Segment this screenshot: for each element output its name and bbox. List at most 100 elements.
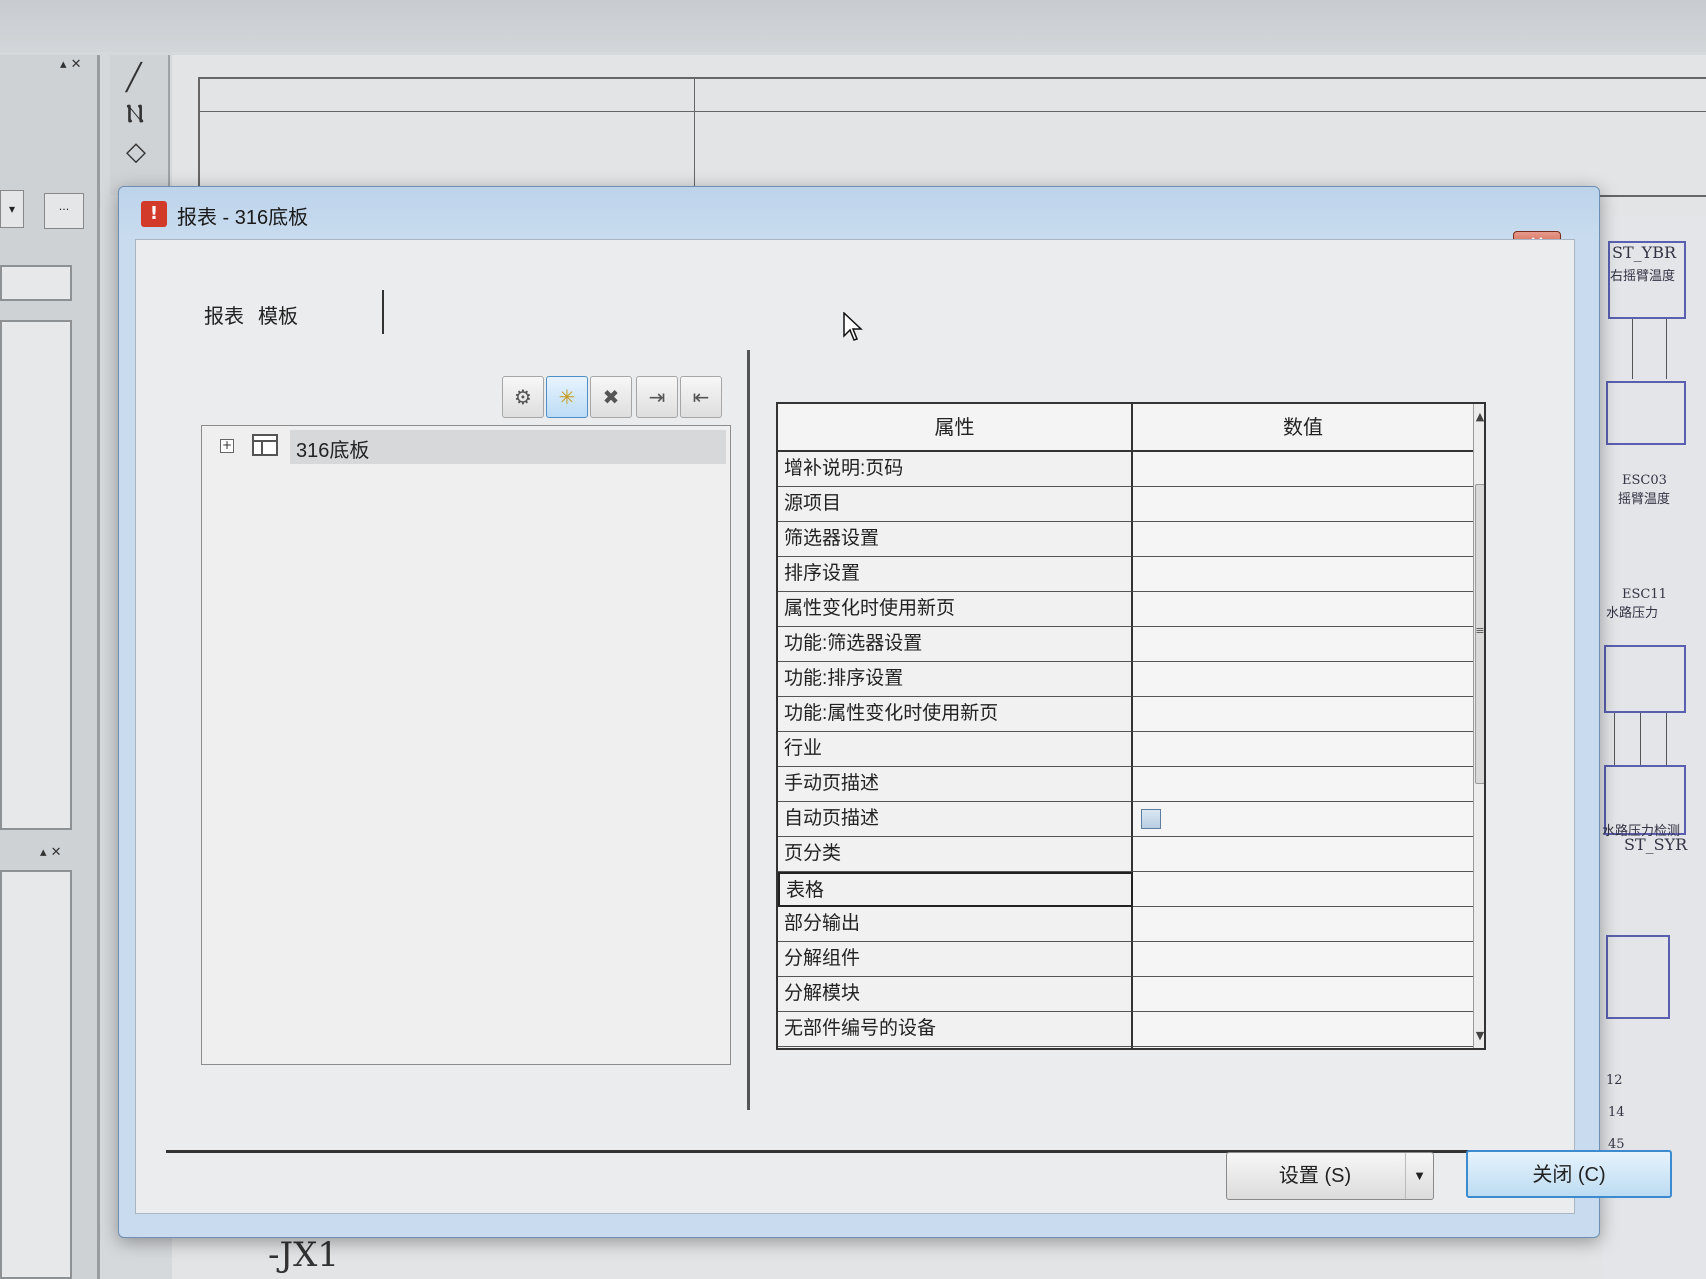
template-tree[interactable]: + 316底板 xyxy=(201,425,731,1065)
property-name: 筛选器设置 xyxy=(778,522,1133,557)
property-row[interactable]: 手动页描述 xyxy=(778,767,1473,802)
splitter[interactable] xyxy=(747,350,750,1110)
property-row[interactable]: 源项目 xyxy=(778,487,1473,522)
property-value[interactable] xyxy=(1133,627,1473,662)
panel-list[interactable] xyxy=(0,320,72,830)
polyline-tool-icon[interactable]: Ⲛ xyxy=(126,99,144,130)
gear-icon[interactable]: ⚙ xyxy=(502,376,544,418)
property-row[interactable]: 无部件编号的设备 xyxy=(778,1012,1473,1047)
property-name: 源项目 xyxy=(778,487,1133,522)
property-value[interactable] xyxy=(1133,767,1473,802)
property-value[interactable] xyxy=(1133,977,1473,1012)
property-value[interactable] xyxy=(1133,942,1473,977)
settings-button-label: 设置 (S) xyxy=(1278,1165,1352,1187)
property-name: 无部件编号的设备 xyxy=(778,1012,1133,1047)
property-value[interactable] xyxy=(1133,662,1473,697)
property-row[interactable]: 页分类 xyxy=(778,837,1473,872)
line-tool-icon[interactable]: ╱ xyxy=(126,63,142,93)
device-code: ESC11 xyxy=(1622,587,1667,602)
browse-button[interactable]: ··· xyxy=(44,193,84,229)
title-block xyxy=(198,77,1706,197)
app-toolbar-background xyxy=(0,0,1706,52)
property-row[interactable]: 部分输出 xyxy=(778,907,1473,942)
close-button[interactable]: 关闭 (C) xyxy=(1466,1150,1672,1198)
property-row[interactable]: 表格 xyxy=(778,872,1473,907)
expand-icon[interactable]: + xyxy=(220,439,234,453)
property-row[interactable]: 属性变化时使用新页 xyxy=(778,592,1473,627)
property-value[interactable] xyxy=(1133,907,1473,942)
property-row[interactable]: 行业 xyxy=(778,732,1473,767)
tab-templates[interactable]: 模板 xyxy=(258,300,298,329)
property-value[interactable] xyxy=(1133,732,1473,767)
canvas-label: -JX1 xyxy=(268,1235,339,1275)
property-value[interactable] xyxy=(1133,592,1473,627)
tree-node[interactable]: + 316底板 xyxy=(212,430,726,464)
device-code: ESC03 xyxy=(1622,473,1667,488)
property-value[interactable] xyxy=(1133,1012,1473,1047)
property-row[interactable]: 分解组件 xyxy=(778,942,1473,977)
property-name: 表格 xyxy=(778,872,1133,907)
property-value[interactable] xyxy=(1133,1047,1473,1048)
tree-node-label: 316底板 xyxy=(296,440,370,462)
property-row[interactable]: 排序设置 xyxy=(778,557,1473,592)
delete-icon[interactable]: ✖ xyxy=(590,376,632,418)
dialog-title: 报表 - 316底板 xyxy=(177,207,309,229)
table-icon xyxy=(252,434,278,456)
property-grid-header: 属性 数值 xyxy=(778,404,1473,452)
property-scrollbar[interactable]: ▲ ≡ ▼ xyxy=(1473,404,1485,1048)
device-desc: 摇臂温度 xyxy=(1618,492,1671,507)
schematic-strip: ST_YBR 右摇臂温度 ESC03 摇臂温度 ESC11 水路压力 水路压力检… xyxy=(1602,215,1706,1279)
property-row[interactable]: 端子排部件 xyxy=(778,1047,1473,1048)
settings-button[interactable]: 设置 (S) ▼ xyxy=(1226,1152,1434,1200)
dialog-body: 报表 模板 ⚙ ✳ ✖ ⇥ ⇤ + 316底板 属性 数值 增补说明:页码 源项… xyxy=(135,239,1672,1214)
scroll-down-icon[interactable]: ▼ xyxy=(1474,1029,1484,1042)
tab-reports[interactable]: 报表 xyxy=(204,300,244,329)
property-row[interactable]: 自动页描述 xyxy=(778,802,1473,837)
device-frame xyxy=(1604,645,1686,713)
property-name: 端子排部件 xyxy=(778,1047,1133,1048)
property-row[interactable]: 功能:筛选器设置 xyxy=(778,627,1473,662)
property-name: 功能:属性变化时使用新页 xyxy=(778,697,1133,732)
property-row[interactable]: 功能:排序设置 xyxy=(778,662,1473,697)
property-grid: 属性 数值 增补说明:页码 源项目 筛选器设置 排序设置 属性变化时使用新页 功能:筛选器… xyxy=(776,402,1486,1050)
wire-number: 14 xyxy=(1608,1105,1625,1120)
property-name: 分解模块 xyxy=(778,977,1133,1012)
property-value[interactable] xyxy=(1133,452,1473,487)
property-value[interactable] xyxy=(1133,872,1473,907)
property-checkbox[interactable] xyxy=(1141,809,1161,829)
property-value[interactable] xyxy=(1133,802,1473,837)
report-dialog: ! 报表 - 316底板 ✕ 报表 模板 ⚙ ✳ ✖ ⇥ ⇤ + 316底板 xyxy=(118,186,1672,1238)
property-row[interactable]: 功能:属性变化时使用新页 xyxy=(778,697,1473,732)
panel-preview xyxy=(0,870,72,1279)
scroll-up-icon[interactable]: ▲ xyxy=(1474,410,1484,423)
export-icon[interactable]: ⇤ xyxy=(680,376,722,418)
property-value[interactable] xyxy=(1133,697,1473,732)
column-header-property[interactable]: 属性 xyxy=(778,404,1133,452)
pin-icon[interactable]: ▴ ✕ xyxy=(60,57,82,72)
shape-tool-icon[interactable]: ◇ xyxy=(126,137,146,167)
property-name: 功能:筛选器设置 xyxy=(778,627,1133,662)
pin-icon[interactable]: ▴ ✕ xyxy=(40,845,62,860)
property-row[interactable]: 分解模块 xyxy=(778,977,1473,1012)
property-value[interactable] xyxy=(1133,487,1473,522)
property-name: 功能:排序设置 xyxy=(778,662,1133,697)
warning-icon: ! xyxy=(141,201,167,227)
dialog-titlebar[interactable]: ! 报表 - 316底板 xyxy=(119,187,1599,239)
dropdown-arrow-icon[interactable]: ▼ xyxy=(1405,1153,1433,1199)
property-name: 手动页描述 xyxy=(778,767,1133,802)
property-value[interactable] xyxy=(1133,557,1473,592)
import-icon[interactable]: ⇥ xyxy=(636,376,678,418)
mouse-cursor-icon xyxy=(843,312,863,341)
property-value[interactable] xyxy=(1133,522,1473,557)
scroll-grip-icon: ≡ xyxy=(1475,624,1485,637)
property-name: 自动页描述 xyxy=(778,802,1133,837)
column-header-value[interactable]: 数值 xyxy=(1133,404,1473,452)
new-icon[interactable]: ✳ xyxy=(546,376,588,418)
panel-combo[interactable]: ▾ xyxy=(0,190,24,228)
device-desc: 水路压力 xyxy=(1606,606,1659,621)
property-row[interactable]: 增补说明:页码 xyxy=(778,452,1473,487)
panel-field[interactable] xyxy=(0,265,72,301)
property-row[interactable]: 筛选器设置 xyxy=(778,522,1473,557)
property-name: 行业 xyxy=(778,732,1133,767)
property-value[interactable] xyxy=(1133,837,1473,872)
